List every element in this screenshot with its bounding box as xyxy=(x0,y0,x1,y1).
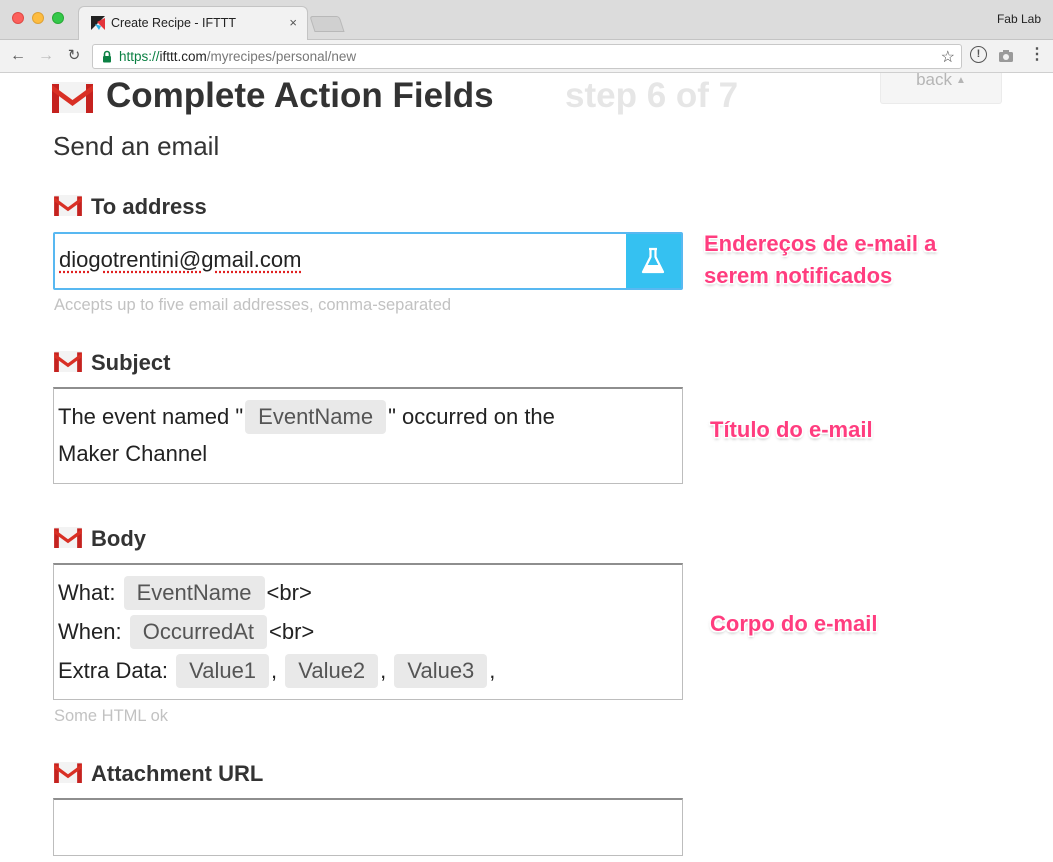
gmail-icon xyxy=(54,762,82,783)
camera-icon[interactable] xyxy=(998,49,1014,63)
annotation-to-address: Endereços de e-mail a serem notificados xyxy=(704,231,937,288)
gmail-icon xyxy=(52,82,93,113)
ingredient-pill[interactable]: OccurredAt xyxy=(129,615,267,649)
browser-toolbar: ← → ↻ https://ifttt.com/myrecipes/person… xyxy=(0,40,1053,73)
ingredient-pill[interactable]: Value3 xyxy=(394,654,488,688)
tab-close-icon[interactable]: × xyxy=(289,15,297,30)
body-line-2: When: OccurredAt <br> xyxy=(58,615,314,649)
to-address-label: To address xyxy=(91,194,207,219)
subject-line-2: Maker Channel xyxy=(58,441,208,467)
to-address-input[interactable]: diogotrentini@gmail.com xyxy=(53,232,683,290)
lock-icon xyxy=(103,50,111,63)
body-helper: Some HTML ok xyxy=(54,707,169,725)
subject-input[interactable]: The event named " EventName " occurred on … xyxy=(53,387,683,484)
address-bar[interactable]: https://ifttt.com/myrecipes/personal/new… xyxy=(92,44,962,69)
flask-icon xyxy=(641,247,665,274)
caret-up-icon: ▲ xyxy=(956,75,966,86)
gmail-icon xyxy=(54,195,82,216)
back-arrow-icon[interactable]: ← xyxy=(7,45,29,67)
step-indicator: step 6 of 7 xyxy=(565,76,739,115)
browser-tab-bar: Create Recipe - IFTTT × Fab Lab xyxy=(0,0,1053,40)
body-line-1: What: EventName <br> xyxy=(58,576,312,610)
page-title: Complete Action Fields xyxy=(106,76,494,115)
subject-label: Subject xyxy=(91,350,171,375)
reload-icon[interactable]: ↻ xyxy=(63,45,85,67)
attachment-url-input[interactable] xyxy=(53,798,683,856)
to-address-helper: Accepts up to five email addresses, comm… xyxy=(54,296,452,314)
attachment-url-label: Attachment URL xyxy=(91,761,264,786)
to-address-value: diogotrentini@gmail.com xyxy=(59,247,302,272)
bookmark-star-icon[interactable]: ☆ xyxy=(941,47,955,67)
body-input[interactable]: What: EventName <br> When: OccurredAt <br>… xyxy=(53,563,683,700)
minimize-window-button[interactable] xyxy=(32,12,44,24)
forward-arrow-icon[interactable]: → xyxy=(35,45,57,67)
ingredient-picker-button[interactable] xyxy=(626,234,681,288)
gmail-icon xyxy=(54,351,82,372)
ingredient-pill[interactable]: Value1 xyxy=(176,654,270,688)
browser-menu-icon[interactable]: ⋮ xyxy=(1029,44,1045,64)
annotation-subject: Título do e-mail xyxy=(710,417,873,442)
ingredient-pill[interactable]: EventName xyxy=(245,400,387,434)
maximize-window-button[interactable] xyxy=(52,12,64,24)
extension-info-icon[interactable]: ! xyxy=(970,46,987,63)
ingredient-pill[interactable]: EventName xyxy=(123,576,265,610)
url-text: https://ifttt.com/myrecipes/personal/new xyxy=(119,49,357,64)
ingredient-pill[interactable]: Value2 xyxy=(285,654,379,688)
back-button[interactable]: back ▲ xyxy=(880,70,1002,104)
subject-line-1: The event named " EventName " occurred on … xyxy=(58,400,555,434)
back-button-label: back xyxy=(916,70,952,89)
close-window-button[interactable] xyxy=(12,12,24,24)
body-line-3: Extra Data: Value1, Value2, Value3, xyxy=(58,654,495,688)
annotation-body: Corpo do e-mail xyxy=(710,611,878,636)
profile-name[interactable]: Fab Lab xyxy=(997,12,1041,26)
action-subtitle: Send an email xyxy=(53,131,220,161)
new-tab-button[interactable] xyxy=(309,16,345,32)
body-label: Body xyxy=(91,526,146,551)
gmail-icon xyxy=(54,527,82,548)
ifttt-favicon-icon xyxy=(91,16,105,30)
browser-tab[interactable]: Create Recipe - IFTTT × xyxy=(78,6,308,40)
tab-title: Create Recipe - IFTTT xyxy=(111,16,237,30)
